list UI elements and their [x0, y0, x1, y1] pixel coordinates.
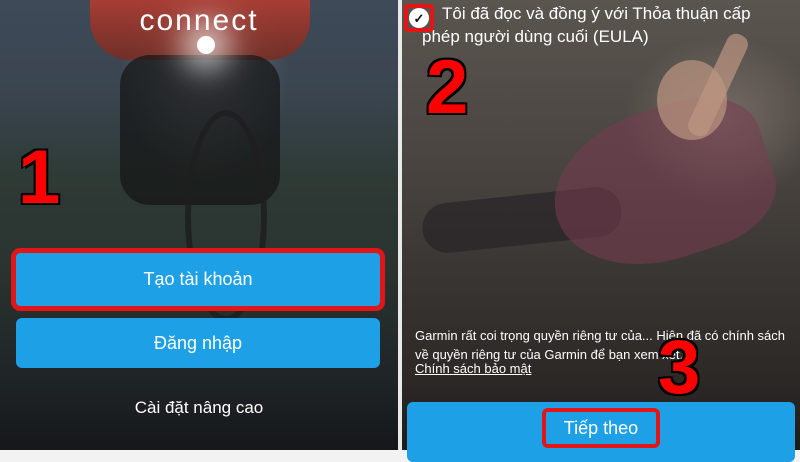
eula-agreement-text[interactable]: Tôi đã đọc và đồng ý với Thỏa thuận cấp …: [422, 2, 792, 48]
next-button-label[interactable]: Tiếp theo: [542, 408, 660, 448]
eula-checkbox-highlight[interactable]: ✓: [404, 4, 434, 32]
login-button[interactable]: Đăng nhập: [16, 318, 380, 368]
step-number-1: 1: [18, 135, 61, 220]
connect-logo: connect: [139, 4, 259, 37]
step-number-2: 2: [426, 45, 469, 130]
eula-checkbox[interactable]: ✓: [409, 8, 429, 28]
eula-agreement-label: Tôi đã đọc và đồng ý với Thỏa thuận cấp …: [422, 4, 751, 46]
bike-headlight-photo: [197, 36, 215, 54]
left-screen: [0, 0, 398, 450]
privacy-policy-link[interactable]: Chính sách bảo mật: [415, 361, 531, 376]
checkmark-icon: ✓: [413, 10, 425, 26]
yoga-woman-head-photo: [657, 60, 727, 140]
create-account-button[interactable]: Tạo tài khoản: [11, 248, 385, 311]
step-number-3: 3: [658, 325, 701, 410]
advanced-settings-link[interactable]: Cài đặt nâng cao: [0, 398, 398, 418]
privacy-notice-text: Garmin rất coi trọng quyền riêng tư của.…: [415, 328, 786, 362]
